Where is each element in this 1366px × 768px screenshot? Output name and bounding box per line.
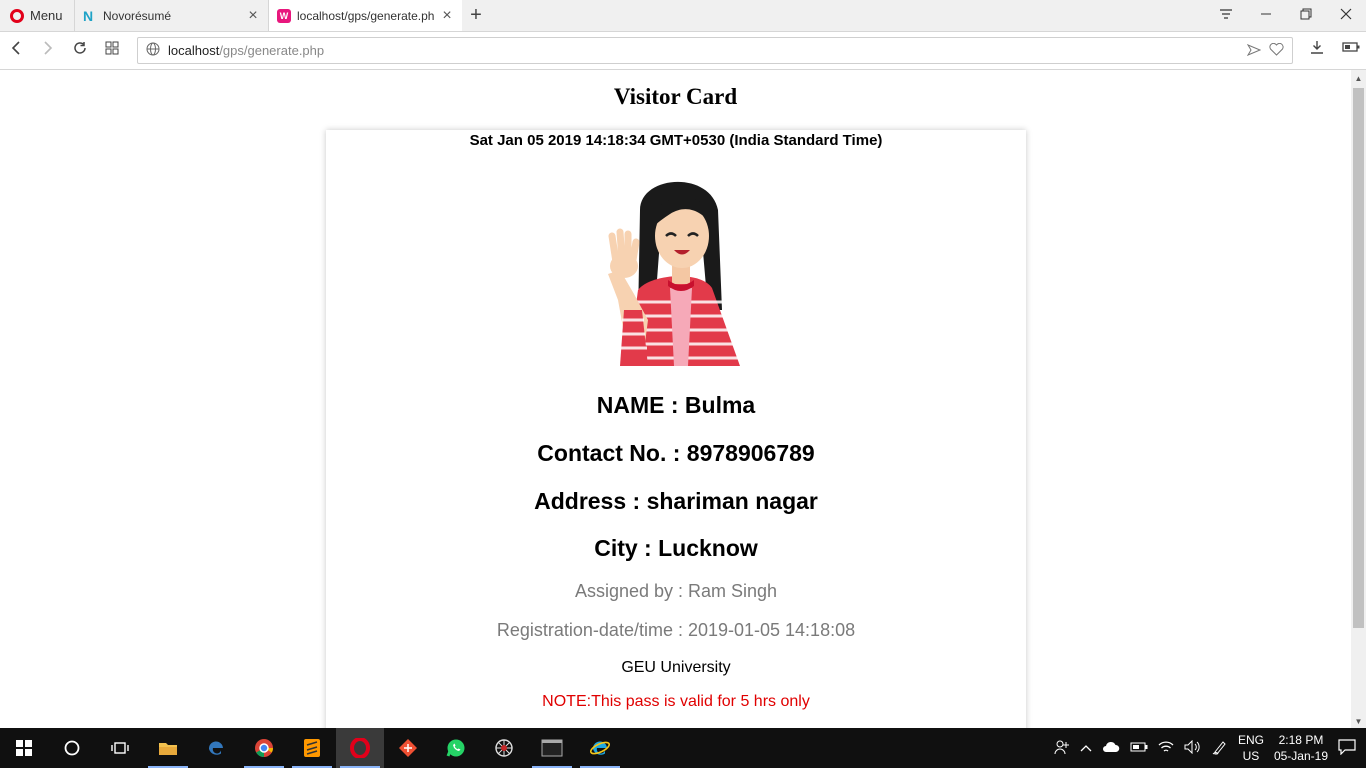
globe-icon	[146, 42, 160, 59]
tab-title: Novorésumé	[103, 8, 172, 23]
university-name: GEU University	[621, 659, 731, 676]
battery-saver-icon[interactable]	[1342, 40, 1360, 58]
cortana-search-icon[interactable]	[48, 728, 96, 768]
page-viewport: Visitor Card Sat Jan 05 2019 14:18:34 GM…	[0, 70, 1351, 728]
git-icon[interactable]	[384, 728, 432, 768]
opera-logo-icon	[10, 8, 24, 23]
window-controls	[1206, 0, 1366, 31]
language-code: ENG	[1237, 733, 1264, 747]
onedrive-icon[interactable]	[1102, 741, 1120, 756]
visitor-photo	[608, 181, 740, 366]
action-center-icon[interactable]	[1338, 738, 1356, 758]
assigned-by: Assigned by : Ram Singh	[574, 581, 778, 601]
windows-taskbar: ENG US 2:18 PM 05-Jan-19	[0, 728, 1366, 768]
scrollbar-thumb[interactable]	[1353, 88, 1364, 628]
system-tray: ENG US 2:18 PM 05-Jan-19	[1054, 732, 1366, 764]
clock[interactable]: 2:18 PM 05-Jan-19	[1274, 732, 1328, 764]
card-date: Sat Jan 05 2019 14:18:34 GMT+0530 (India…	[469, 132, 883, 149]
start-button[interactable]	[0, 728, 48, 768]
visitor-card: Sat Jan 05 2019 14:18:34 GMT+0530 (India…	[326, 130, 1026, 728]
visitor-contact: Contact No. : 8978906789	[537, 440, 815, 466]
tab-novoresume[interactable]: N Novorésumé ×	[74, 0, 268, 31]
keyboard-layout: US	[1242, 749, 1260, 763]
internet-explorer-icon[interactable]	[576, 728, 624, 768]
people-icon[interactable]	[1054, 739, 1070, 758]
novoresume-favicon-icon: N	[83, 7, 94, 24]
pen-workspace-icon[interactable]	[1212, 739, 1228, 758]
send-icon[interactable]	[1246, 43, 1262, 59]
whatsapp-icon[interactable]	[432, 728, 480, 768]
opera-taskbar-icon[interactable]	[336, 728, 384, 768]
back-icon[interactable]	[0, 41, 32, 60]
url-path: /gps/generate.php	[219, 43, 325, 58]
opera-menu-button[interactable]: Menu	[0, 0, 74, 31]
wifi-icon[interactable]	[1158, 740, 1174, 757]
spider-app-icon[interactable]	[480, 728, 528, 768]
visitor-address: Address : shariman nagar	[534, 488, 818, 514]
heart-bookmark-icon[interactable]	[1269, 42, 1284, 59]
toolbar-right	[1310, 40, 1360, 58]
close-tab-icon[interactable]: ×	[440, 7, 454, 25]
address-bar[interactable]: localhost/gps/generate.php	[137, 37, 1293, 64]
tab-menu-icon[interactable]	[1206, 7, 1246, 24]
language-indicator[interactable]: ENG US	[1238, 732, 1264, 764]
restore-icon[interactable]	[1286, 7, 1326, 24]
download-icon[interactable]	[1310, 40, 1324, 58]
volume-icon[interactable]	[1184, 739, 1202, 757]
close-window-icon[interactable]	[1326, 7, 1366, 24]
chrome-icon[interactable]	[240, 728, 288, 768]
battery-icon[interactable]	[1130, 741, 1148, 755]
file-explorer-icon[interactable]	[144, 728, 192, 768]
scroll-up-icon[interactable]: ▲	[1351, 74, 1366, 83]
navigation-bar: localhost/gps/generate.php	[0, 32, 1366, 70]
validity-note: NOTE:This pass is valid for 5 hrs only	[542, 693, 810, 710]
minimize-icon[interactable]	[1246, 7, 1286, 24]
wamp-favicon-icon: W	[277, 8, 291, 23]
tab-generate[interactable]: W localhost/gps/generate.php ×	[268, 0, 462, 31]
chevron-up-icon[interactable]	[1080, 741, 1092, 755]
tab-title: localhost/gps/generate.php	[297, 8, 434, 23]
tab-strip: Menu N Novorésumé × W localhost/gps/gene…	[0, 0, 1366, 32]
address-bar-actions	[1246, 42, 1284, 59]
edge-browser-icon[interactable]	[192, 728, 240, 768]
command-prompt-icon[interactable]	[528, 728, 576, 768]
page-title: Visitor Card	[613, 84, 738, 109]
sublime-text-icon[interactable]	[288, 728, 336, 768]
registration-datetime: Registration-date/time : 2019-01-05 14:1…	[496, 620, 856, 640]
close-tab-icon[interactable]: ×	[246, 7, 260, 25]
scroll-down-icon[interactable]: ▼	[1351, 717, 1366, 726]
new-tab-button[interactable]: +	[462, 0, 490, 31]
clock-date: 05-Jan-19	[1273, 749, 1328, 763]
speed-dial-icon[interactable]	[96, 41, 128, 60]
visitor-city: City : Lucknow	[594, 535, 758, 561]
reload-icon[interactable]	[64, 41, 96, 60]
visitor-name: NAME : Bulma	[596, 392, 756, 418]
task-view-icon[interactable]	[96, 728, 144, 768]
url-host: localhost	[168, 43, 220, 58]
page-scrollbar[interactable]: ▲ ▼	[1351, 70, 1366, 728]
forward-icon[interactable]	[32, 41, 64, 60]
menu-label: Menu	[30, 8, 63, 23]
clock-time: 2:18 PM	[1278, 733, 1324, 747]
